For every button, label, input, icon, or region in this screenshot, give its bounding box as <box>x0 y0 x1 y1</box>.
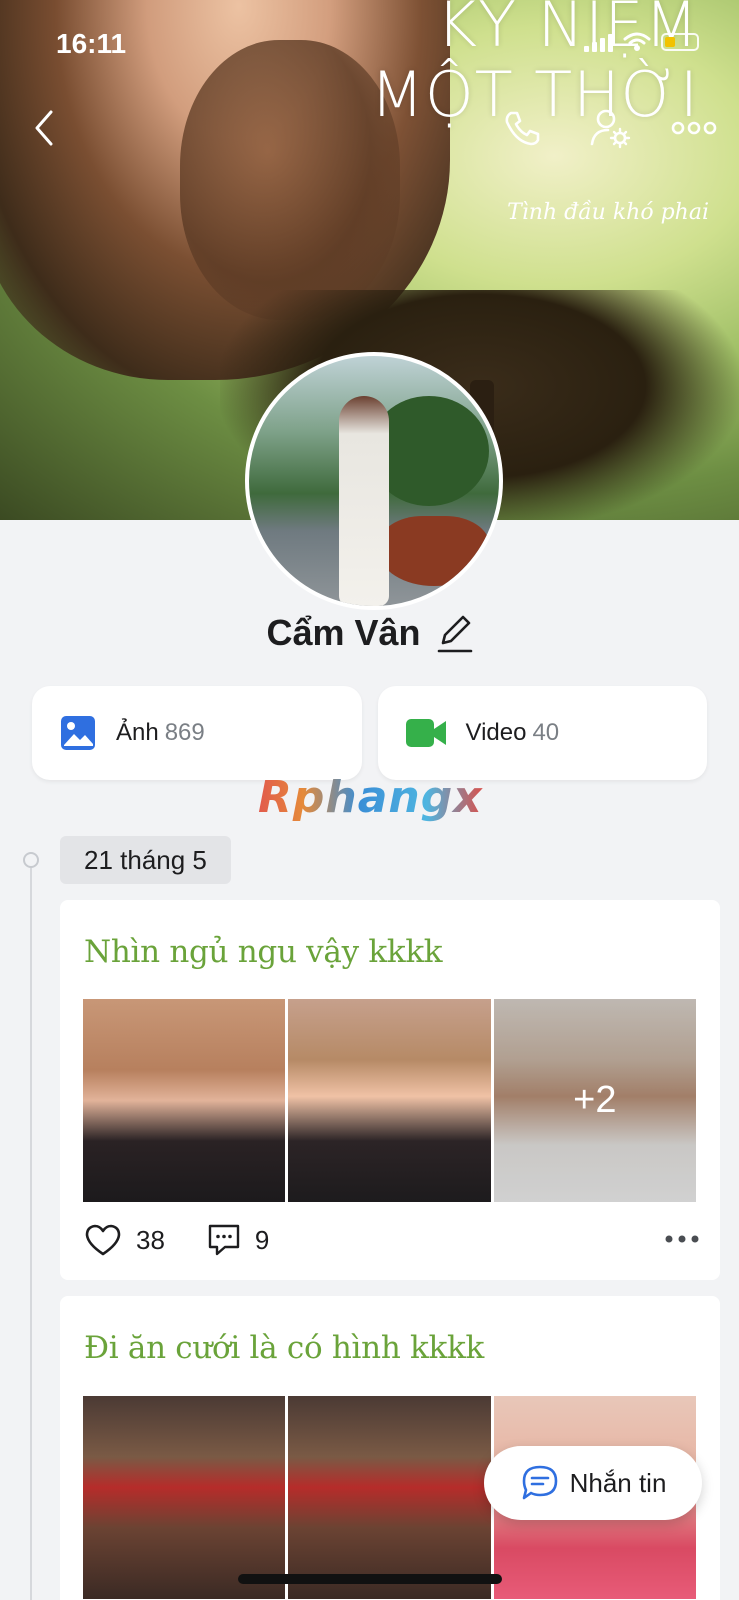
videos-card[interactable]: Video 40 <box>377 686 707 780</box>
watermark: Rphangx <box>258 772 483 823</box>
profile-name: Cẩm Vân <box>266 612 421 653</box>
post-title: Nhìn ngủ ngu vậy kkkk <box>84 934 443 970</box>
comment-button[interactable]: 9 <box>207 1223 269 1257</box>
timeline-line <box>30 860 32 1600</box>
call-button[interactable] <box>494 100 550 156</box>
chevron-left-icon <box>35 110 53 146</box>
friend-settings-button[interactable] <box>582 100 638 156</box>
photos-card[interactable]: Ảnh 869 <box>32 686 362 780</box>
videos-label: Video <box>465 719 527 746</box>
like-button[interactable]: 38 <box>84 1223 165 1257</box>
status-bar: 16:11 <box>0 0 739 90</box>
post-title: Đi ăn cưới là có hình kkkk <box>84 1330 484 1366</box>
post-photo[interactable]: +2 <box>493 999 696 1202</box>
top-nav <box>0 100 739 160</box>
timeline-dot <box>23 852 39 868</box>
avatar-person <box>339 396 389 606</box>
video-camera-icon <box>405 719 446 747</box>
videos-count: 40 <box>532 719 560 746</box>
comment-count: 9 <box>254 1224 270 1255</box>
photos-label: Ảnh <box>116 719 159 746</box>
heart-icon <box>85 1224 121 1256</box>
edit-pencil-icon[interactable] <box>437 613 473 653</box>
message-button[interactable]: Nhắn tin <box>484 1446 702 1520</box>
user-settings-icon <box>590 109 631 149</box>
wifi-icon <box>623 32 651 51</box>
post-photo[interactable] <box>83 1396 286 1599</box>
profile-name-row: Cẩm Vân <box>0 612 739 654</box>
avatar-pot <box>379 516 489 586</box>
post-more-button[interactable] <box>664 1231 700 1249</box>
more-horizontal-icon <box>671 121 717 135</box>
cover-subtitle: Tình đầu khó phai <box>507 200 709 225</box>
media-cards: Ảnh 869 Video 40 <box>32 686 707 780</box>
photos-count: 869 <box>164 719 205 746</box>
signal-icon <box>584 32 613 52</box>
like-count: 38 <box>136 1224 165 1255</box>
post-photos: +2 <box>83 999 696 1202</box>
more-photos-count: +2 <box>493 999 696 1202</box>
profile-avatar[interactable] <box>245 352 503 610</box>
post-card[interactable]: Nhìn ngủ ngu vậy kkkk +2 38 9 <box>60 900 720 1280</box>
message-button-label: Nhắn tin <box>569 1467 667 1498</box>
post-actions: 38 9 <box>84 1218 704 1262</box>
home-indicator[interactable] <box>238 1574 502 1584</box>
image-icon <box>61 716 95 750</box>
timeline-date: 21 tháng 5 <box>60 836 231 884</box>
more-options-button[interactable] <box>666 100 722 156</box>
status-time: 16:11 <box>56 28 127 59</box>
comment-icon <box>208 1224 240 1256</box>
status-icons <box>584 32 699 52</box>
post-photo[interactable] <box>288 1396 491 1599</box>
battery-icon <box>661 33 699 51</box>
back-button[interactable] <box>16 100 72 156</box>
more-horizontal-icon <box>665 1235 699 1243</box>
post-photo[interactable] <box>288 999 491 1202</box>
chat-bubble-icon <box>522 1465 557 1500</box>
phone-icon <box>505 111 540 146</box>
post-photo[interactable] <box>83 999 286 1202</box>
